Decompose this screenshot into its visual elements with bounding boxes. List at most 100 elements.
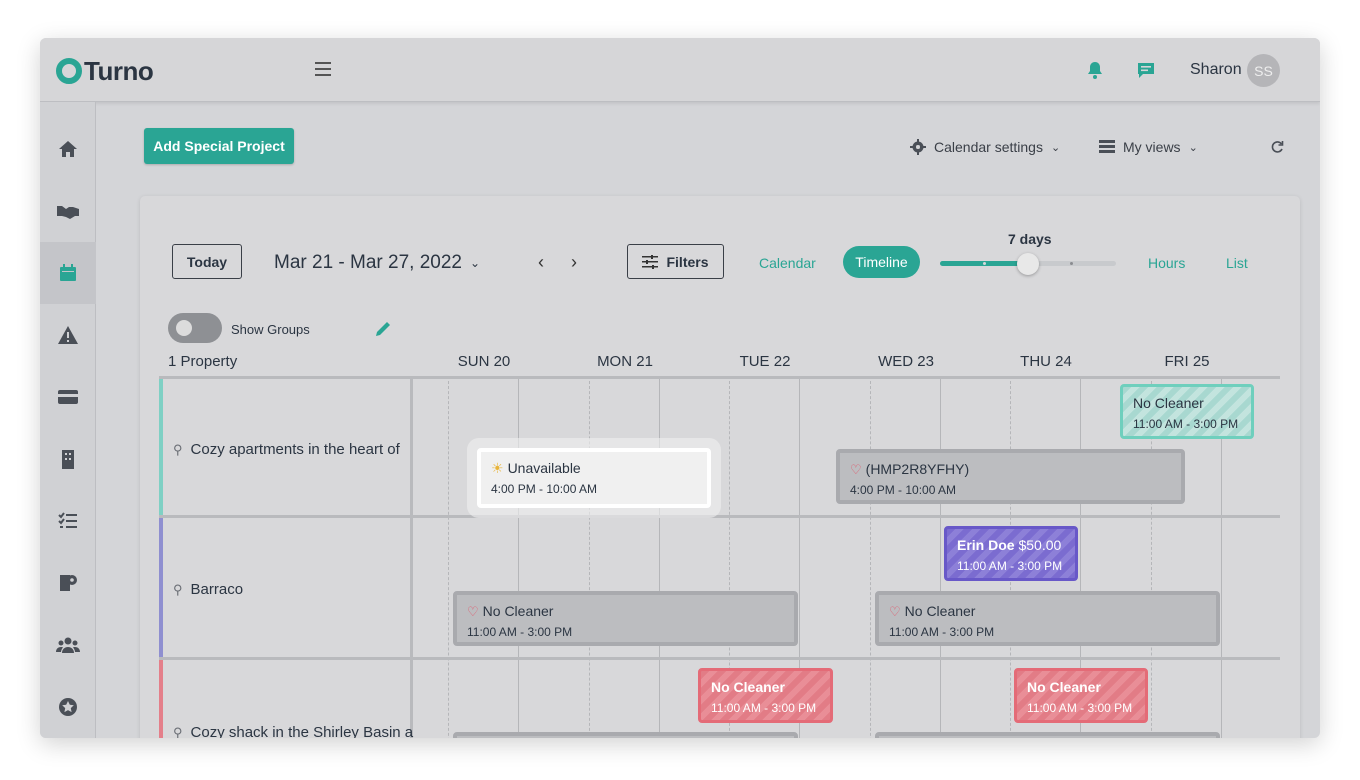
date-range-picker[interactable]: Mar 21 - Mar 27, 2022 ⌄ (274, 252, 480, 274)
day-header: WED 23 (878, 353, 934, 370)
pencil-icon[interactable] (374, 320, 392, 338)
logo-mark-icon (56, 58, 82, 84)
user-name[interactable]: Sharon (1190, 61, 1242, 79)
refresh-icon[interactable] (1270, 140, 1284, 154)
view-hours-link[interactable]: Hours (1148, 255, 1185, 271)
event-no-cleaner[interactable]: No Cleaner 11:00 AM - 3:00 PM (1014, 668, 1148, 723)
top-bar: Turno Sharon SS (40, 38, 1320, 102)
airbnb-icon: ♡ (850, 462, 862, 477)
event-title: No Cleaner (1027, 679, 1101, 695)
timeline-grid: ⚲ Cozy apartments in the heart of ⚲ Barr… (159, 376, 1280, 738)
event-time: 11:00 AM - 3:00 PM (711, 700, 817, 715)
toilet-paper-icon (60, 575, 77, 591)
sidebar-item-team[interactable] (40, 614, 96, 676)
avatar[interactable]: SS (1247, 54, 1280, 87)
today-button[interactable]: Today (172, 244, 242, 279)
menu-icon[interactable] (315, 62, 331, 76)
handshake-icon (57, 206, 79, 219)
view-list-link[interactable]: List (1226, 255, 1248, 271)
event-no-cleaner[interactable]: No Cleaner 11:00 AM - 3:00 PM (698, 668, 833, 723)
view-calendar-link[interactable]: Calendar (759, 255, 816, 271)
event-no-cleaner[interactable]: ♡ No Cleaner 11:00 AM - 3:00 PM (453, 591, 798, 646)
chat-icon[interactable] (1136, 60, 1156, 80)
star-icon (59, 698, 77, 716)
day-header: THU 24 (1020, 353, 1072, 370)
sidebar-item-calendar[interactable] (40, 242, 96, 304)
event-partial[interactable] (875, 732, 1220, 738)
event-title: No Cleaner (1133, 395, 1204, 411)
turno-logo[interactable]: Turno (56, 56, 154, 86)
row-color-stripe (159, 660, 163, 738)
show-groups-label: Show Groups (231, 322, 310, 337)
team-icon (56, 637, 80, 653)
map-pin-icon: ⚲ (173, 441, 183, 457)
property-row-label[interactable]: ⚲ Cozy shack in the Shirley Basin a (159, 660, 413, 738)
event-time: 11:00 AM - 3:00 PM (1133, 416, 1239, 431)
event-title: (HMP2R8YFHY) (865, 461, 970, 477)
event-time: 11:00 AM - 3:00 PM (957, 558, 1063, 573)
calendar-settings-dropdown[interactable]: Calendar settings ⌄ (910, 139, 1060, 155)
sidebar-item-checklists[interactable] (40, 490, 96, 552)
add-special-project-button[interactable]: Add Special Project (144, 128, 294, 164)
chevron-down-icon: ⌄ (1050, 141, 1061, 154)
event-title: No Cleaner (482, 603, 554, 619)
gear-icon (910, 139, 926, 155)
my-views-dropdown[interactable]: My views ⌄ (1099, 139, 1198, 155)
sidebar-item-properties[interactable] (40, 428, 96, 490)
sidebar-item-supplies[interactable] (40, 552, 96, 614)
card-icon (58, 390, 78, 404)
row-color-stripe (159, 518, 163, 657)
alert-icon (58, 326, 78, 344)
event-time: 11:00 AM - 3:00 PM (1027, 700, 1133, 715)
day-header: SUN 20 (457, 353, 511, 370)
my-views-label: My views (1123, 139, 1181, 155)
view-timeline-button[interactable]: Timeline (843, 246, 920, 278)
calendar-icon (60, 264, 76, 281)
event-no-cleaner[interactable]: No Cleaner 11:00 AM - 3:00 PM (1120, 384, 1254, 439)
sidebar-item-partners[interactable] (40, 180, 96, 242)
checklist-icon (58, 512, 77, 528)
zoom-slider-thumb[interactable] (1017, 253, 1039, 275)
event-unavailable[interactable]: ☀ Unavailable 4:00 PM - 10:00 AM (477, 448, 711, 508)
filters-label: Filters (666, 253, 709, 270)
event-cleaner-assigned[interactable]: Erin Doe $50.00 11:00 AM - 3:00 PM (944, 526, 1078, 581)
property-row-label[interactable]: ⚲ Cozy apartments in the heart of (159, 379, 413, 518)
map-pin-icon: ⚲ (173, 724, 183, 739)
property-count: 1 Property (168, 353, 238, 370)
property-name: Cozy apartments in the heart of (190, 441, 400, 458)
day-header: FRI 25 (1164, 353, 1210, 370)
property-name: Barraco (190, 581, 244, 598)
next-week-button[interactable]: › (571, 252, 577, 273)
event-time: 11:00 AM - 3:00 PM (889, 624, 995, 639)
event-title: Erin Doe (957, 537, 1015, 553)
app-window: Turno Sharon SS Add Special Project Cale… (40, 38, 1320, 738)
sidebar-item-payments[interactable] (40, 366, 96, 428)
event-title: Unavailable (507, 460, 581, 476)
event-time: 4:00 PM - 10:00 AM (491, 481, 598, 496)
sun-icon: ☀ (491, 460, 504, 476)
property-name: Cozy shack in the Shirley Basin a (190, 724, 414, 738)
sidebar-item-home[interactable] (40, 118, 96, 180)
building-icon (62, 450, 74, 469)
filters-button[interactable]: Filters (627, 244, 724, 279)
event-time: 11:00 AM - 3:00 PM (467, 624, 573, 639)
show-groups-toggle[interactable] (168, 313, 222, 343)
event-title: No Cleaner (904, 603, 976, 619)
calendar-card: Today Mar 21 - Mar 27, 2022 ⌄ ‹ › Filter… (140, 196, 1300, 738)
prev-week-button[interactable]: ‹ (538, 252, 544, 273)
property-row-label[interactable]: ⚲ Barraco (159, 518, 413, 657)
bell-icon[interactable] (1085, 60, 1105, 80)
day-header: MON 21 (597, 353, 653, 370)
event-partial[interactable] (453, 732, 798, 738)
airbnb-icon: ♡ (467, 604, 479, 619)
airbnb-icon: ♡ (889, 604, 901, 619)
main-content: Add Special Project Calendar settings ⌄ … (97, 103, 1320, 738)
event-booking[interactable]: ♡ (HMP2R8YFHY) 4:00 PM - 10:00 AM (836, 449, 1185, 504)
sliders-icon (642, 254, 659, 269)
chevron-down-icon: ⌄ (469, 256, 481, 270)
sidebar-item-issues[interactable] (40, 304, 96, 366)
event-price: $50.00 (1018, 537, 1062, 553)
event-no-cleaner[interactable]: ♡ No Cleaner 11:00 AM - 3:00 PM (875, 591, 1220, 646)
sidebar-item-reviews[interactable] (40, 676, 96, 738)
property-name-wrap: ⚲ Barraco (173, 581, 243, 598)
